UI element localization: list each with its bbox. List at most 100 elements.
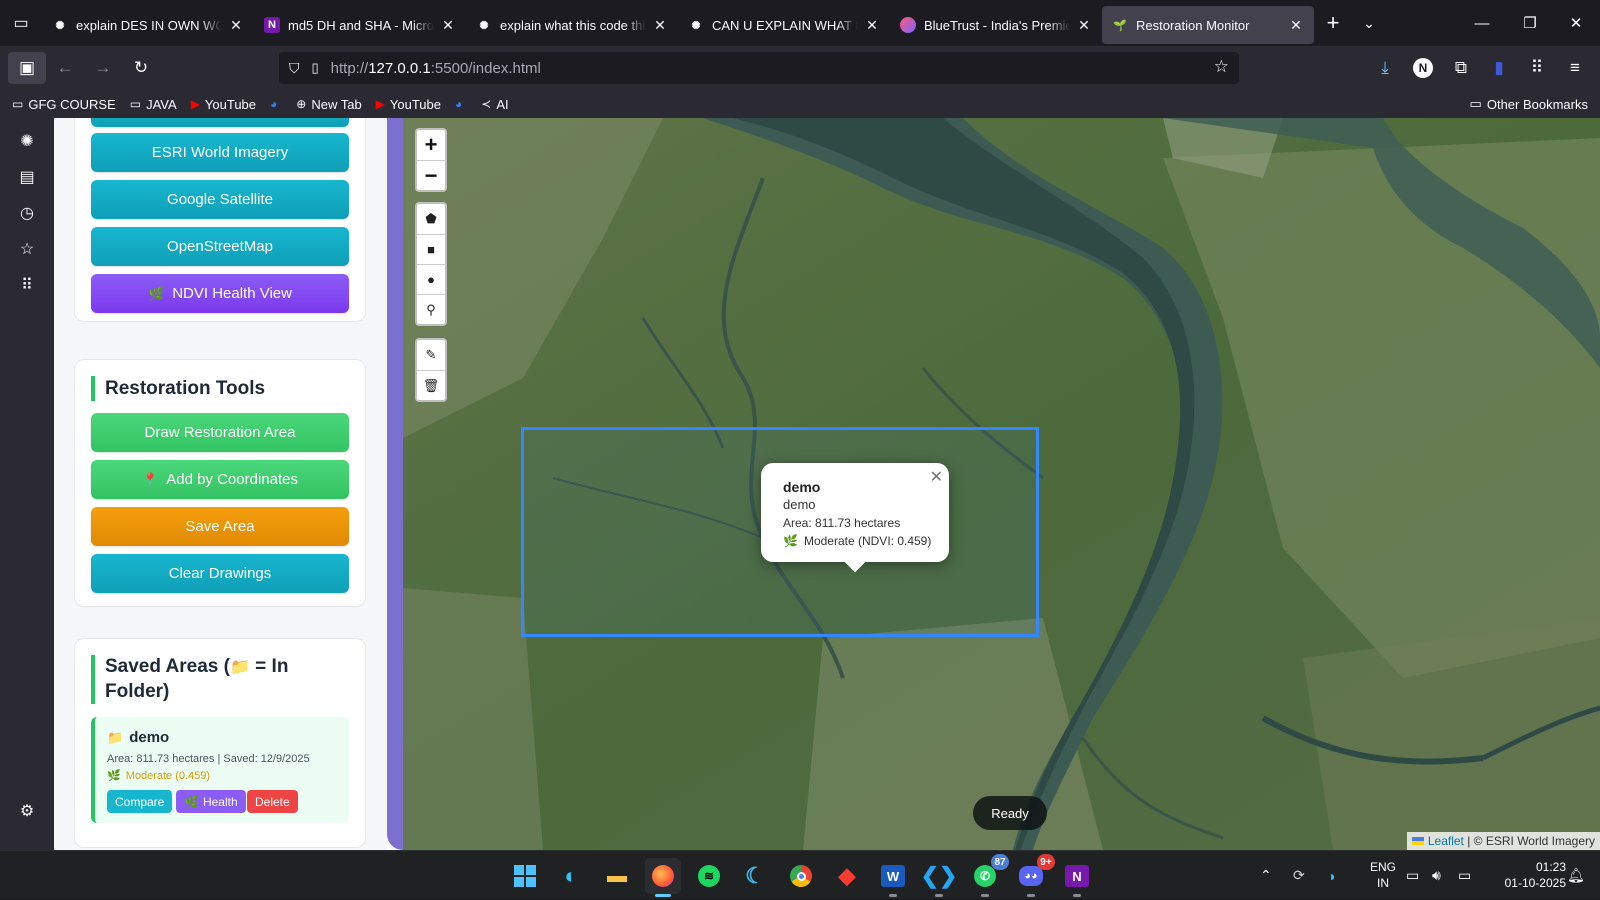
apps-grid-icon[interactable]: ⠿ xyxy=(1518,52,1556,84)
extension-clipboard-icon[interactable]: ▮ xyxy=(1480,52,1518,84)
battery-icon[interactable]: ▭ xyxy=(1458,851,1471,900)
edge-icon[interactable]: ◐ xyxy=(553,858,589,894)
anydesk-icon[interactable]: ◆ xyxy=(829,858,865,894)
settings-gear-icon[interactable]: ⚙ xyxy=(14,798,40,824)
windows-taskbar: ◐ ▬ ≋ ☾ ◆ W ❮❯ ✆ 87 ◕◕ 9+ N ⌃ ⟳ ◑ ENG IN ▭ … xyxy=(0,850,1600,899)
discord-logo: ◕◕ xyxy=(1019,866,1043,886)
edge-tray-icon[interactable]: ◑ xyxy=(1327,851,1335,900)
browser-tab[interactable]: ✺ explain DES IN OWN WORDS ✕ xyxy=(42,6,254,44)
draw-rectangle-icon[interactable]: ■ xyxy=(417,234,445,264)
close-tab-icon[interactable]: ✕ xyxy=(440,17,456,34)
synced-tabs-icon[interactable]: ▤ xyxy=(14,164,40,190)
delete-button[interactable]: Delete xyxy=(247,790,298,813)
onenote-logo: N xyxy=(1065,865,1089,887)
bookmark-java[interactable]: ▭ JAVA xyxy=(130,97,177,112)
close-tab-icon[interactable]: ✕ xyxy=(1288,17,1304,34)
draw-restoration-area-button[interactable]: Draw Restoration Area xyxy=(91,413,349,452)
file-explorer-icon[interactable]: ▬ xyxy=(599,858,635,894)
bookmark-label: JAVA xyxy=(146,96,177,112)
bookmark-star-icon[interactable]: ☆ xyxy=(1214,57,1229,77)
add-by-coordinates-button[interactable]: 📍 Add by Coordinates xyxy=(91,460,349,499)
google-satellite-button[interactable]: Google Satellite xyxy=(91,180,349,219)
bookmark-ai[interactable]: ≺ AI xyxy=(481,97,508,112)
bookmark-new-tab[interactable]: ⊕ New Tab xyxy=(296,97,361,112)
tab-title: md5 DH and SHA - Microsoft xyxy=(288,17,434,33)
browser-tab[interactable]: N md5 DH and SHA - Microsoft ✕ xyxy=(254,6,466,44)
zoom-in-button[interactable]: + xyxy=(417,130,445,160)
running-indicator xyxy=(981,894,989,897)
bookmark-label: YouTube xyxy=(389,96,441,112)
draw-polygon-icon[interactable]: ⬟ xyxy=(417,204,445,234)
layer-button-partial[interactable] xyxy=(91,118,349,127)
history-icon[interactable]: ◷ xyxy=(14,200,40,226)
bookmark-label: YouTube xyxy=(204,96,257,112)
spotify-icon[interactable]: ≋ xyxy=(691,858,727,894)
chatbot-icon[interactable]: ✺ xyxy=(14,128,40,154)
sidebar-toggle-icon[interactable]: ▣ xyxy=(8,52,46,84)
close-tab-icon[interactable]: ✕ xyxy=(652,17,668,34)
edit-layers-icon[interactable]: ✎ xyxy=(417,340,445,370)
reload-icon[interactable]: ↻ xyxy=(122,52,160,84)
shield-icon[interactable]: ⛉ xyxy=(289,60,300,77)
bookmark-messenger[interactable]: ◕ xyxy=(270,97,282,111)
whatsapp-icon[interactable]: ✆ 87 xyxy=(967,854,1009,897)
network-icon[interactable]: ▭ xyxy=(1406,851,1419,900)
word-icon[interactable]: W xyxy=(875,858,911,897)
bookmark-gfg-course[interactable]: ▭ GFG COURSE xyxy=(12,97,116,112)
new-tab-button[interactable]: + xyxy=(1314,10,1352,36)
start-button[interactable] xyxy=(507,858,543,894)
apps-grid-icon[interactable]: ⠿ xyxy=(14,272,40,298)
firefox-icon[interactable] xyxy=(645,858,681,897)
menu-icon[interactable]: ≡ xyxy=(1556,52,1594,84)
bookmark-messenger-2[interactable]: ◕ xyxy=(455,97,467,111)
saved-area-item[interactable]: 📁 demo Area: 811.73 hectares | Saved: 12/… xyxy=(91,717,349,823)
address-bar[interactable]: ⛉ ▯ http://127.0.0.1:5500/index.html ☆ xyxy=(279,52,1239,84)
zoom-out-button[interactable]: − xyxy=(417,160,445,190)
onenote-icon[interactable]: N xyxy=(1059,858,1095,897)
delete-layers-icon[interactable]: 🗑 xyxy=(417,370,445,400)
close-tab-icon[interactable]: ✕ xyxy=(864,17,880,34)
notifications-bell-icon[interactable]: 🔔︎ xyxy=(1567,851,1585,900)
profile-avatar[interactable]: N xyxy=(1404,52,1442,84)
health-button[interactable]: 🌿 Health xyxy=(176,790,246,813)
tab-list-icon[interactable]: ▭ xyxy=(0,0,42,46)
close-window-icon[interactable]: ✕ xyxy=(1552,0,1600,46)
forward-icon[interactable]: → xyxy=(84,52,122,84)
clock[interactable]: 01:23 01-10-2025 xyxy=(1486,859,1566,891)
close-popup-icon[interactable]: ✕ xyxy=(930,467,943,487)
clear-drawings-button[interactable]: Clear Drawings xyxy=(91,554,349,593)
esri-world-imagery-button[interactable]: ESRI World Imagery xyxy=(91,133,349,172)
discord-icon[interactable]: ◕◕ 9+ xyxy=(1013,854,1055,897)
list-all-tabs-icon[interactable]: ⌄ xyxy=(1352,15,1386,32)
volume-icon[interactable]: 🔊︎ xyxy=(1432,851,1441,900)
chrome-icon[interactable] xyxy=(783,858,819,894)
close-tab-icon[interactable]: ✕ xyxy=(1076,17,1092,34)
leaflet-link[interactable]: Leaflet xyxy=(1428,834,1464,848)
browser-tab-active[interactable]: 🌱 Restoration Monitor ✕ xyxy=(1102,6,1314,44)
ndvi-health-view-button[interactable]: 🌿 NDVI Health View xyxy=(91,274,349,313)
language-indicator[interactable]: ENG IN xyxy=(1363,859,1403,891)
close-tab-icon[interactable]: ✕ xyxy=(228,17,244,34)
draw-marker-icon[interactable]: ⚲ xyxy=(417,294,445,324)
other-bookmarks[interactable]: ▭ Other Bookmarks xyxy=(1470,96,1588,112)
show-hidden-icons-icon[interactable]: ⌃ xyxy=(1260,851,1272,900)
bookmarks-star-icon[interactable]: ☆ xyxy=(14,236,40,262)
back-icon[interactable]: ← xyxy=(46,52,84,84)
openstreetmap-button[interactable]: OpenStreetMap xyxy=(91,227,349,266)
browser-tab[interactable]: ✺ CAN U EXPLAIN WHAT MY C ✕ xyxy=(678,6,890,44)
bookmark-youtube-2[interactable]: ▶ YouTube xyxy=(376,97,441,112)
sync-icon[interactable]: ⟳ xyxy=(1293,851,1305,900)
bookmark-youtube[interactable]: ▶ YouTube xyxy=(191,97,256,112)
curved-app-icon[interactable]: ☾ xyxy=(737,858,773,894)
save-area-button[interactable]: Save Area xyxy=(91,507,349,546)
minimize-window-icon[interactable]: — xyxy=(1458,0,1506,46)
browser-tab[interactable]: BlueTrust - India's Premier B ✕ xyxy=(890,6,1102,44)
draw-circle-icon[interactable]: ● xyxy=(417,264,445,294)
extensions-icon[interactable]: ⧉ xyxy=(1442,52,1480,84)
compare-button[interactable]: Compare xyxy=(107,790,173,813)
download-icon[interactable]: ⤓ xyxy=(1366,52,1404,84)
browser-tab[interactable]: ✺ explain what this code this is ✕ xyxy=(466,6,678,44)
vscode-icon[interactable]: ❮❯ xyxy=(921,858,957,897)
map-view[interactable]: + − ⬟ ■ ● ⚲ ✎ 🗑 ✕ demo demo Area: 811.73… xyxy=(403,118,1600,850)
restore-window-icon[interactable]: ❐ xyxy=(1506,0,1554,46)
